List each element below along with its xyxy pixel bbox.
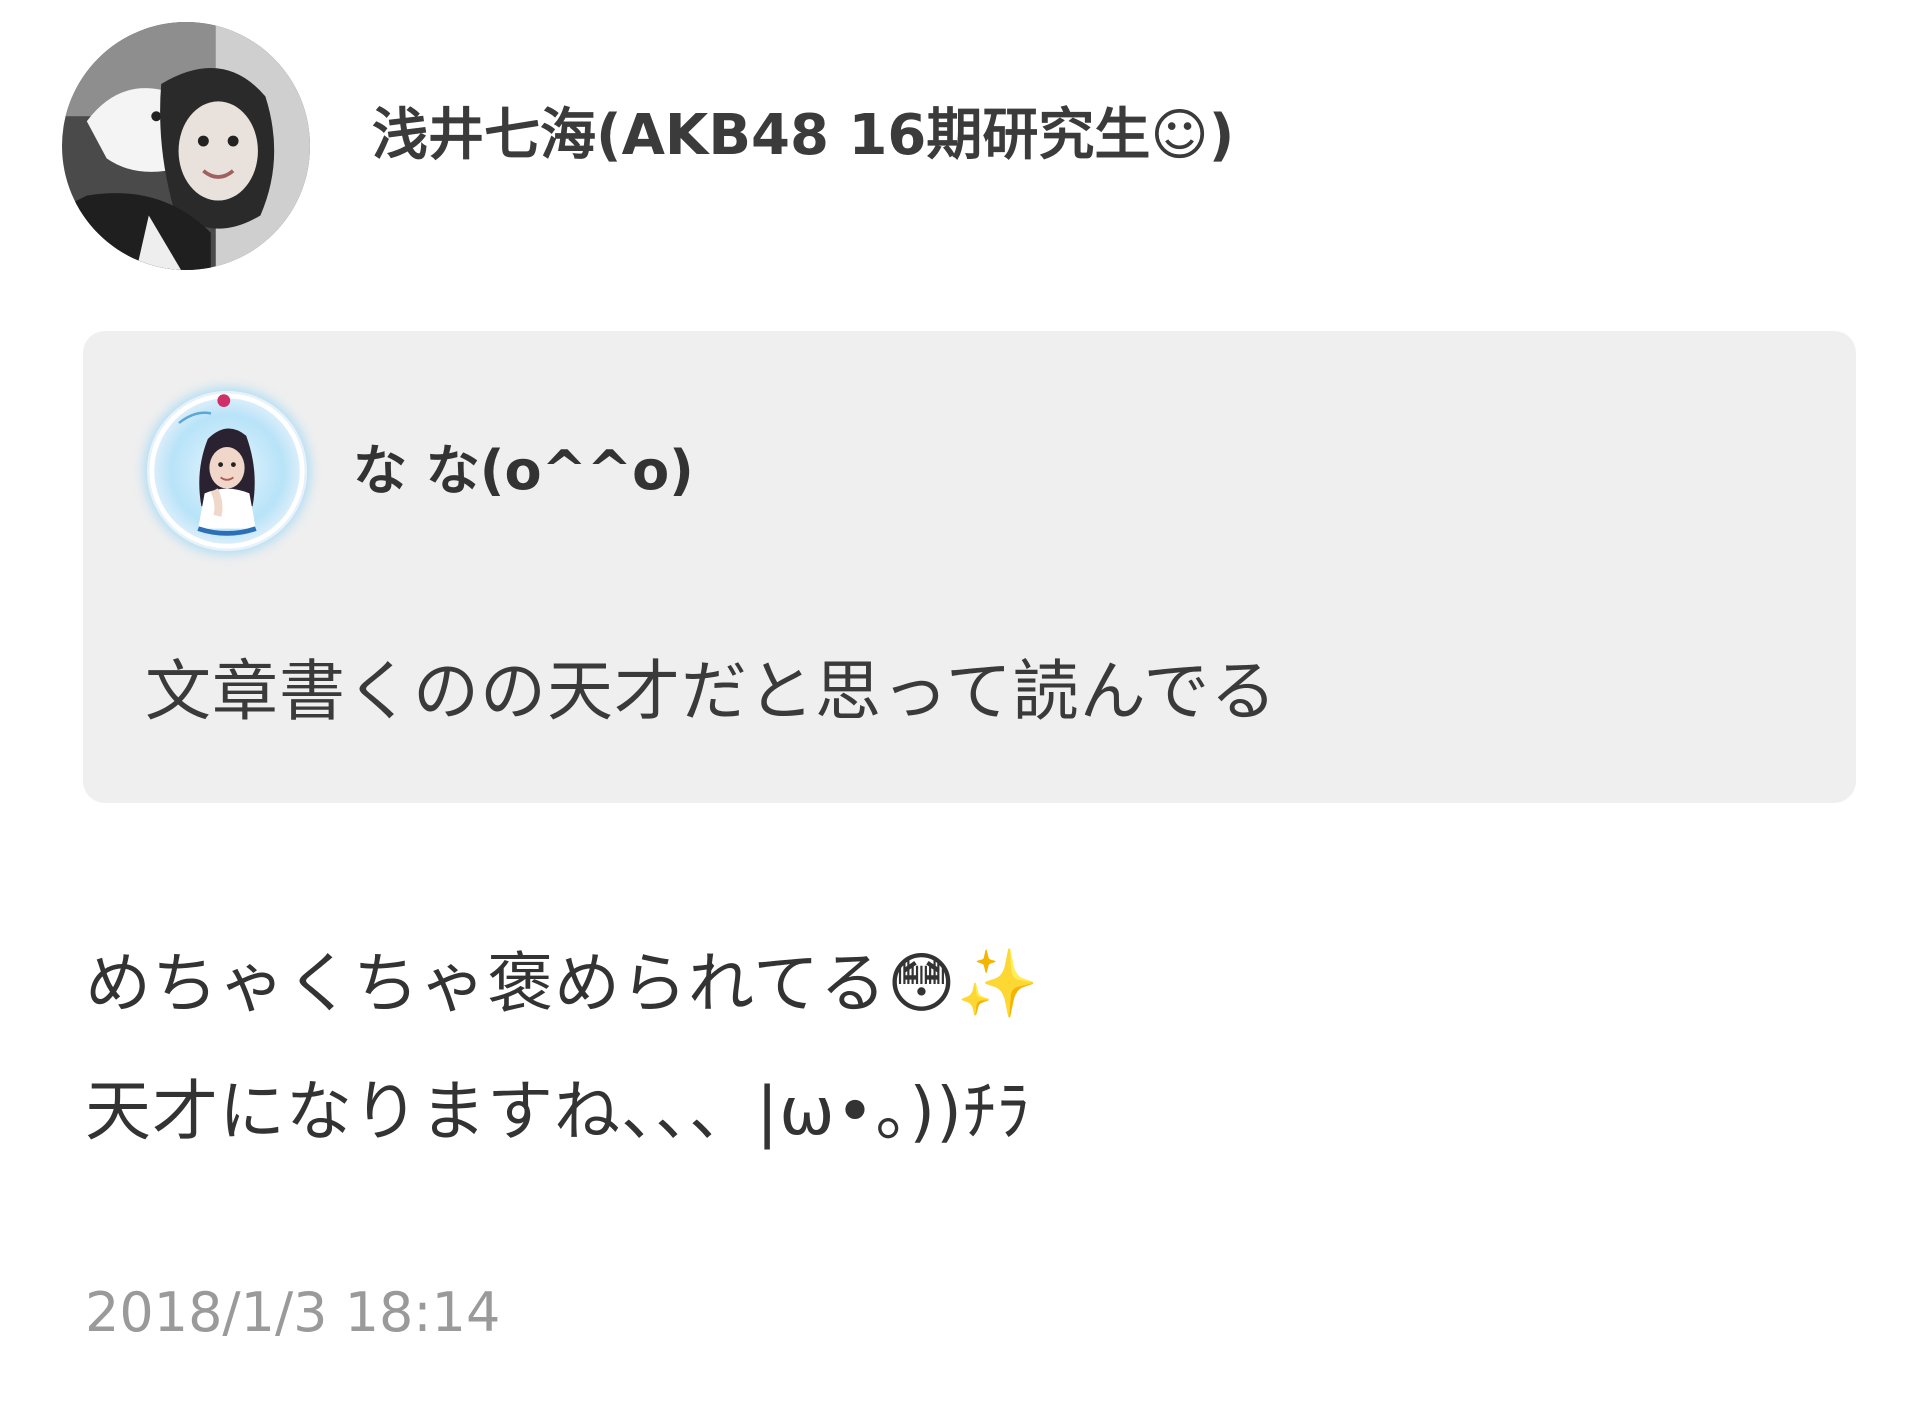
quoted-author-name[interactable]: な な(o^^o) [353, 441, 694, 501]
quoted-author-avatar[interactable] [147, 391, 307, 551]
quoted-comment-text: 文章書くのの天才だと思って読んでる [145, 653, 1278, 730]
author-name[interactable]: 浅井七海(AKB48 16期研究生☺) [372, 105, 1234, 167]
post-container: 浅井七海(AKB48 16期研究生☺) な な(o^^o) 文章書くのの天才だと… [0, 0, 1920, 1414]
quoted-comment-card[interactable]: な な(o^^o) 文章書くのの天才だと思って読んでる [83, 331, 1856, 803]
post-body: めちゃくちゃ褒められてる😳✨ 天才になりますね、、、|ω•。))ﾁﾗ [85, 920, 1040, 1176]
author-photo-icon [62, 22, 310, 270]
post-body-line: めちゃくちゃ褒められてる😳✨ [85, 945, 1041, 1022]
post-body-line: 天才になりますね、、、|ω•。))ﾁﾗ [85, 1073, 1031, 1150]
post-timestamp: 2018/1/3 18:14 [85, 1281, 501, 1344]
author-avatar[interactable] [62, 22, 310, 270]
quoted-author-photo-icon [147, 391, 307, 551]
